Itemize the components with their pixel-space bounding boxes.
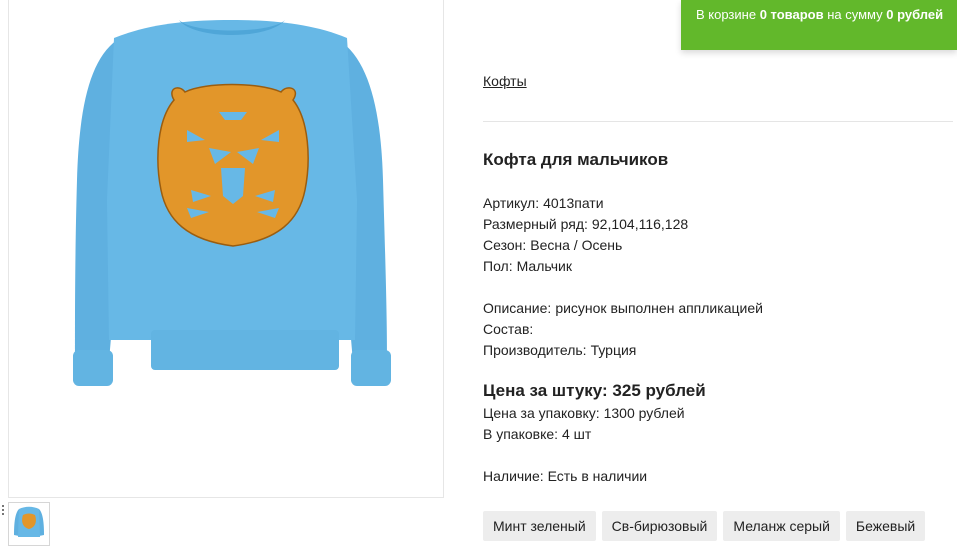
maker-row: Производитель: Турция — [483, 340, 763, 361]
cart-summary[interactable]: В корзине 0 товаров на сумму 0 рублей — [681, 0, 957, 50]
color-options: Минт зеленый Св-бирюзовый Меланж серый Б… — [483, 511, 926, 541]
sweater-illustration — [73, 20, 391, 386]
availability: Наличие: Есть в наличии — [483, 468, 648, 484]
article-value: 4013пати — [543, 195, 604, 211]
divider — [483, 121, 953, 122]
pack-info: Цена за упаковку: 1300 рублей В упаковке… — [483, 403, 685, 445]
product-title: Кофта для мальчиков — [483, 150, 669, 169]
composition-row: Состав: — [483, 319, 763, 340]
price-per-unit: Цена за штуку: 325 рублей — [483, 381, 706, 400]
description-row: Описание: рисунок выполнен аппликацией — [483, 298, 763, 319]
season-label: Сезон: — [483, 237, 527, 253]
composition-label: Состав: — [483, 321, 534, 337]
gender-row: Пол: Мальчик — [483, 256, 688, 277]
cart-count: 0 товаров — [759, 7, 824, 22]
product-details: Описание: рисунок выполнен аппликацией Со… — [483, 298, 763, 361]
color-option-light-turquoise[interactable]: Св-бирюзовый — [601, 511, 718, 541]
price-per-pack: Цена за упаковку: 1300 рублей — [483, 405, 685, 421]
description-value: рисунок выполнен аппликацией — [555, 300, 763, 316]
description-label: Описание: — [483, 300, 552, 316]
breadcrumb-link[interactable]: Кофты — [483, 73, 527, 89]
maker-label: Производитель: — [483, 342, 587, 358]
sizes-label: Размерный ряд: — [483, 216, 588, 232]
season-value: Весна / Осень — [530, 237, 623, 253]
color-option-mint-green[interactable]: Минт зеленый — [483, 511, 596, 541]
product-attributes: Артикул: 4013пати Размерный ряд: 92,104,11… — [483, 193, 688, 277]
cart-prefix: В корзине — [696, 7, 757, 22]
cart-sum: 0 рублей — [886, 7, 944, 22]
cart-middle: на сумму — [827, 7, 883, 22]
season-row: Сезон: Весна / Осень — [483, 235, 688, 256]
sizes-row: Размерный ряд: 92,104,116,128 — [483, 214, 688, 235]
pack-quantity: В упаковке: 4 шт — [483, 426, 592, 442]
article-label: Артикул: — [483, 195, 540, 211]
selected-thumbnail[interactable] — [2, 502, 50, 546]
article-row: Артикул: 4013пати — [483, 193, 688, 214]
maker-value: Турция — [590, 342, 637, 358]
gender-value: Мальчик — [516, 258, 572, 274]
color-option-beige[interactable]: Бежевый — [845, 511, 926, 541]
color-option-melange-gray[interactable]: Меланж серый — [723, 511, 840, 541]
sizes-value: 92,104,116,128 — [591, 216, 689, 232]
drag-handle-icon — [2, 505, 5, 515]
gender-label: Пол: — [483, 258, 513, 274]
product-main-image[interactable] — [8, 0, 444, 498]
sweater-thumb-image — [14, 506, 44, 537]
